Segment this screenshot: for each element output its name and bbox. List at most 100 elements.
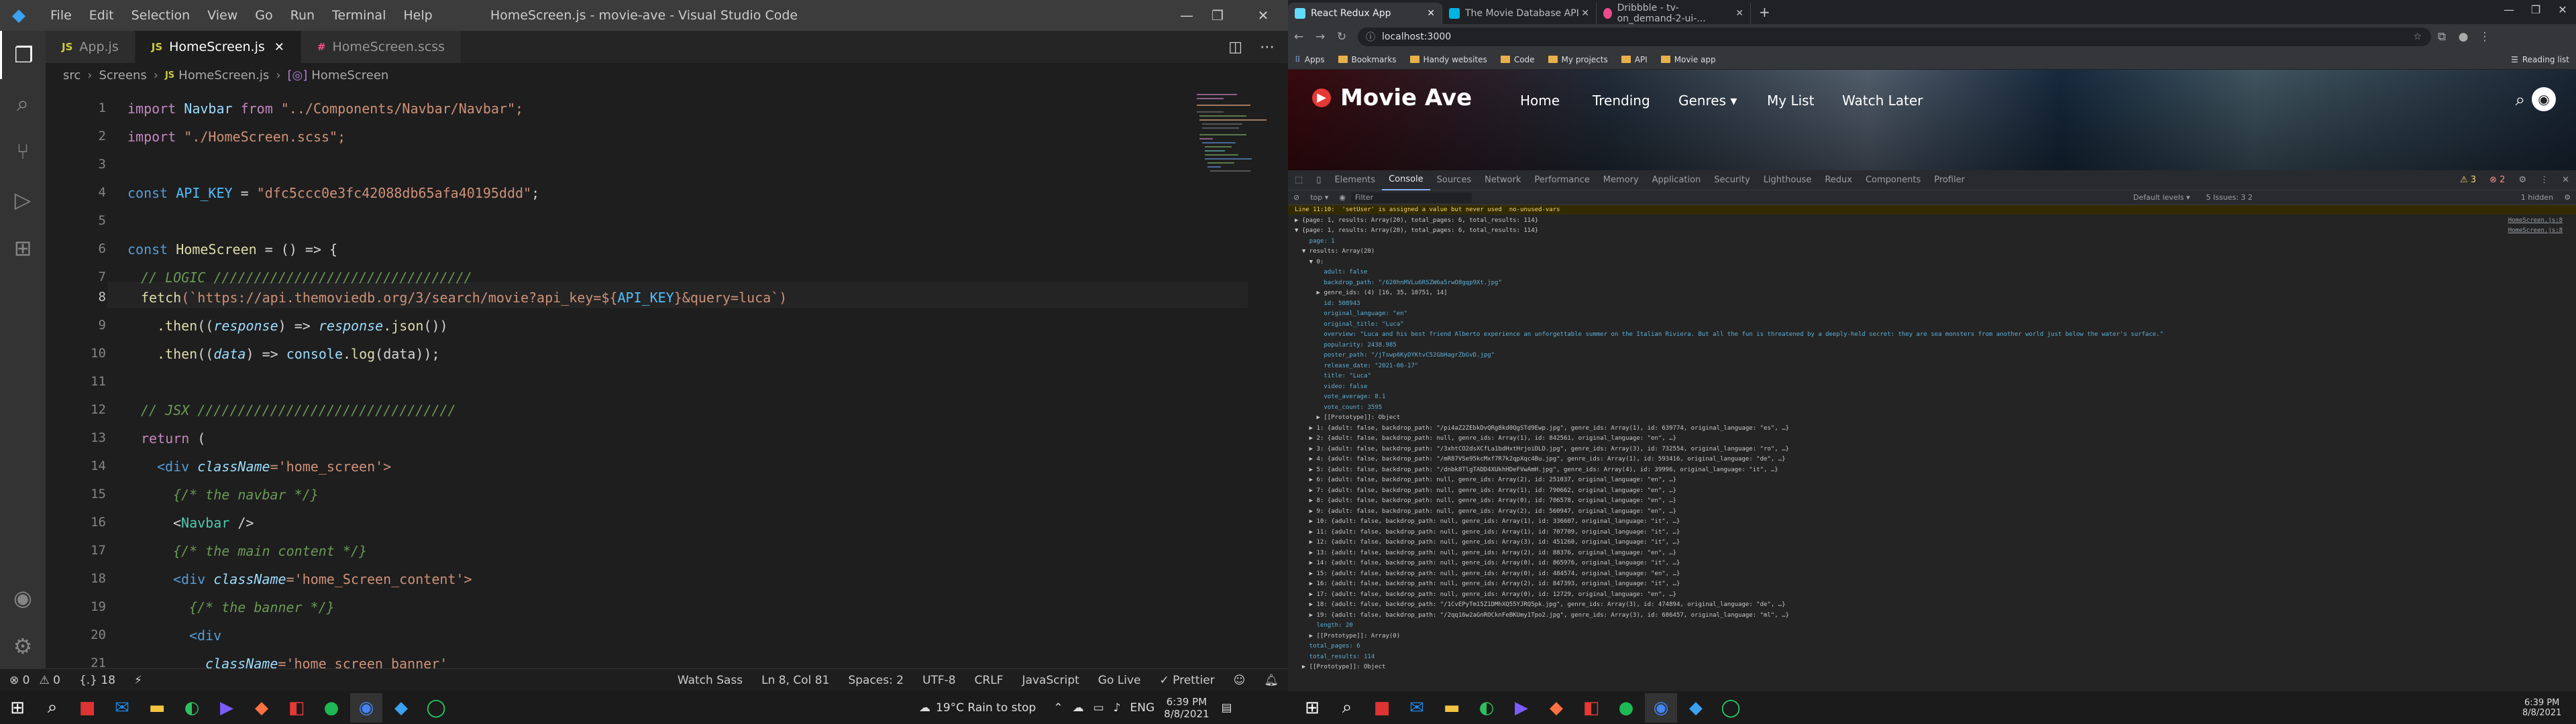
console-line[interactable]: ▶ 1: {adult: false, backdrop_path: "/pi4…: [1295, 425, 1789, 432]
edge-icon[interactable]: ◐: [1470, 693, 1503, 723]
console-line[interactable]: ▶ [[Prototype]]: Object: [1295, 664, 1386, 670]
console-line[interactable]: ▶ 3: {adult: false, backdrop_path: "/3xh…: [1295, 446, 1789, 452]
console-line[interactable]: title: "Luca": [1295, 373, 1371, 379]
devtools-tab-redux[interactable]: Redux: [1818, 175, 1859, 185]
console-line[interactable]: ▶ 16: {adult: false, backdrop_path: null…: [1295, 581, 1680, 587]
mail-icon[interactable]: ✉: [1401, 693, 1433, 723]
tab-app-js[interactable]: JS App.js: [46, 31, 136, 63]
console-line[interactable]: ▶ 8: {adult: false, backdrop_path: null,…: [1295, 497, 1676, 504]
bookmark-api[interactable]: API: [1615, 55, 1654, 64]
console-line[interactable]: ▼ results: Array(20): [1295, 248, 1375, 255]
new-tab-icon[interactable]: +: [1751, 4, 1778, 24]
warning-count-badge[interactable]: ⚠ 3: [2453, 175, 2483, 185]
menu-help[interactable]: Help: [394, 8, 441, 23]
eye-icon[interactable]: ◉: [1334, 193, 1351, 202]
devtools-menu-icon[interactable]: ⋮: [2533, 175, 2555, 185]
bookmark-code[interactable]: Code: [1494, 55, 1542, 64]
line-ending[interactable]: CRLF: [965, 674, 1013, 687]
language-indicator[interactable]: ENG: [1130, 701, 1155, 715]
tab-close-icon[interactable]: ✕: [1427, 8, 1435, 19]
tab-close-icon[interactable]: ✕: [1735, 8, 1743, 19]
whatsapp-icon[interactable]: ◯: [420, 693, 452, 723]
app-icon[interactable]: ◆: [1540, 693, 1572, 723]
vscode-icon[interactable]: ◆: [385, 693, 417, 723]
notification-center-icon[interactable]: ▤: [1222, 701, 1232, 715]
bookmark-handy-websites[interactable]: Handy websites: [1403, 55, 1494, 64]
problems-warnings[interactable]: ⚠ 0: [39, 674, 69, 687]
indentation[interactable]: Spaces: 2: [839, 674, 913, 687]
close-icon[interactable]: ✕: [1248, 0, 1279, 31]
menu-icon[interactable]: ⋮: [2474, 30, 2496, 44]
device-toolbar-icon[interactable]: ▯: [1309, 175, 1328, 185]
inspect-icon[interactable]: ⬚: [1288, 175, 1309, 185]
restore-icon[interactable]: ❐: [2522, 0, 2549, 20]
go-live[interactable]: Go Live: [1089, 674, 1150, 687]
mail-icon[interactable]: ✉: [106, 693, 138, 723]
bookmark-movie-app[interactable]: Movie app: [1654, 55, 1723, 64]
console-line[interactable]: ▶ 4: {adult: false, backdrop_path: "/mR8…: [1295, 456, 1786, 463]
breadcrumb-screens[interactable]: Screens: [99, 68, 146, 82]
address-bar[interactable]: ⓘ localhost:3000 ☆: [1358, 27, 2431, 46]
console-line[interactable]: ▶ 7: {adult: false, backdrop_path: null,…: [1295, 487, 1676, 494]
console-line[interactable]: original_language: "en": [1295, 310, 1407, 317]
nav-genres[interactable]: Genres ▾: [1678, 93, 1737, 109]
console-line[interactable]: total_pages: 6: [1295, 643, 1360, 650]
tab-homescreen-scss[interactable]: # HomeScreen.scss: [301, 31, 462, 63]
bookmark-my-projects[interactable]: My projects: [1542, 55, 1615, 64]
close-icon[interactable]: ✕: [2549, 0, 2576, 20]
console-line[interactable]: ▶ 19: {adult: false, backdrop_path: "/2q…: [1295, 612, 1789, 619]
console-line[interactable]: original_title: "Luca": [1295, 321, 1403, 328]
search-icon[interactable]: ⌕: [0, 79, 46, 127]
devtools-tab-application[interactable]: Application: [1646, 175, 1708, 185]
taskbar-search-icon[interactable]: ⌕: [1331, 693, 1363, 723]
console-line[interactable]: page: 1: [1295, 238, 1335, 245]
console-line[interactable]: ▶ {page: 1, results: Array(20), total_pa…: [1295, 217, 1538, 224]
settings-gear-icon[interactable]: ⚙: [0, 622, 46, 670]
more-actions-icon[interactable]: ⋯: [1260, 39, 1275, 56]
secondary-clock[interactable]: 6:39 PM 8/8/2021: [2522, 691, 2561, 724]
clear-console-icon[interactable]: ⊘: [1288, 193, 1305, 202]
console-line[interactable]: ▶ 15: {adult: false, backdrop_path: null…: [1295, 570, 1680, 577]
console-line[interactable]: ▶ 11: {adult: false, backdrop_path: null…: [1295, 529, 1680, 536]
devtools-tab-network[interactable]: Network: [1478, 175, 1527, 185]
windows-start-icon[interactable]: ⊞: [1, 693, 34, 723]
console-source-link[interactable]: HomeScreen.js:8: [2508, 227, 2563, 234]
devtools-tab-sources[interactable]: Sources: [1430, 175, 1478, 185]
selection-info[interactable]: {.} 18: [70, 674, 125, 687]
menu-file[interactable]: File: [42, 8, 80, 23]
devtools-settings-icon[interactable]: ⚙: [2512, 175, 2533, 185]
console-line[interactable]: poster_path: "/jTswp6KyDYKtvC52GbHagrZbG…: [1295, 352, 1495, 359]
console-output[interactable]: Line 11:10: 'setUser' is assigned a valu…: [1288, 205, 2576, 691]
console-line[interactable]: length: 20: [1295, 622, 1353, 629]
minimize-icon[interactable]: —: [2496, 0, 2522, 20]
file-explorer-icon[interactable]: ▬: [141, 693, 173, 723]
chrome-icon[interactable]: ◉: [1645, 692, 1677, 723]
console-line[interactable]: vote_count: 3595: [1295, 404, 1382, 411]
console-line[interactable]: overview: "Luca and his best friend Albe…: [1295, 331, 2163, 338]
console-line[interactable]: release_date: "2021-06-17": [1295, 363, 1418, 369]
console-line[interactable]: video: false: [1295, 383, 1367, 390]
file-explorer-icon[interactable]: ▬: [1436, 693, 1468, 723]
breadcrumb-symbol[interactable]: HomeScreen: [311, 68, 388, 82]
search-icon[interactable]: ⌕: [2515, 90, 2525, 111]
nav-my-list[interactable]: My List: [1767, 93, 1814, 109]
bookmark-star-icon[interactable]: ☆: [2413, 32, 2422, 42]
devtools-tab-console[interactable]: Console: [1382, 170, 1430, 190]
spotify-icon[interactable]: ●: [1610, 693, 1642, 723]
notifications-icon[interactable]: 🔔︎: [1254, 674, 1288, 687]
menu-go[interactable]: Go: [246, 8, 281, 23]
console-line[interactable]: ▼ {page: 1, results: Array(20), total_pa…: [1295, 227, 1538, 234]
watch-sass[interactable]: Watch Sass: [668, 674, 752, 687]
console-line[interactable]: popularity: 2438.985: [1295, 342, 1396, 349]
breadcrumb-src[interactable]: src: [63, 68, 80, 82]
console-line[interactable]: total_results: 114: [1295, 654, 1375, 660]
store-icon[interactable]: ■: [1366, 693, 1398, 723]
context-select[interactable]: top ▾: [1305, 193, 1334, 202]
devtools-tab-lighthouse[interactable]: Lighthouse: [1757, 175, 1819, 185]
windows-start-icon[interactable]: ⊞: [1296, 693, 1328, 723]
tab-close-icon[interactable]: ✕: [1581, 8, 1589, 19]
menu-edit[interactable]: Edit: [80, 8, 123, 23]
error-count-badge[interactable]: ⊗ 2: [2483, 175, 2512, 185]
app-icon[interactable]: ▶: [1505, 693, 1538, 723]
app-icon[interactable]: ◧: [1575, 693, 1607, 723]
